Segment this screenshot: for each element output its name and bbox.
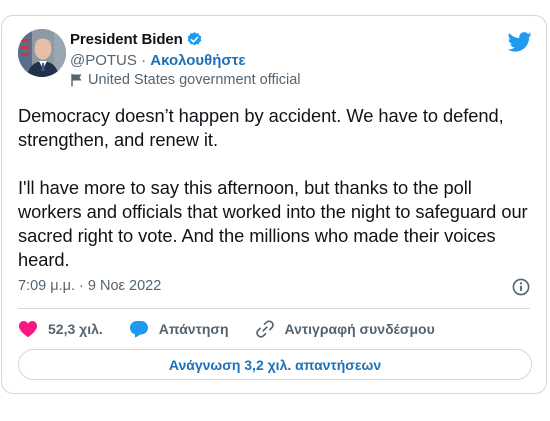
- like-count: 52,3 χιλ.: [48, 321, 103, 337]
- twitter-bird-icon[interactable]: [507, 32, 532, 52]
- link-icon: [255, 319, 275, 339]
- account-label-row: United States government official: [70, 72, 301, 88]
- like-button[interactable]: 52,3 χιλ.: [18, 320, 103, 338]
- author-name-row[interactable]: President Biden: [70, 31, 203, 48]
- verified-badge-icon: [186, 31, 203, 48]
- follow-link[interactable]: Ακολουθήστε: [150, 52, 245, 69]
- author-handle[interactable]: @POTUS: [70, 52, 137, 69]
- reply-bubble-icon: [129, 320, 149, 338]
- heart-icon: [18, 320, 38, 338]
- reply-button[interactable]: Απάντηση: [129, 320, 229, 338]
- info-icon[interactable]: [512, 278, 530, 296]
- tweet-text: Democracy doesn’t happen by accident. We…: [18, 105, 528, 270]
- action-bar: 52,3 χιλ. Απάντηση Αντιγραφή συνδέσμου: [18, 317, 461, 341]
- tweet-card: President Biden @POTUS · Ακολουθήστε Uni…: [1, 15, 547, 394]
- flag-icon: [70, 73, 83, 87]
- divider: [18, 308, 530, 309]
- copy-link-button[interactable]: Αντιγραφή συνδέσμου: [255, 319, 435, 339]
- account-label: United States government official: [88, 72, 301, 88]
- handle-row: @POTUS · Ακολουθήστε: [70, 52, 246, 69]
- copy-link-label: Αντιγραφή συνδέσμου: [284, 321, 435, 337]
- author-name[interactable]: President Biden: [70, 31, 183, 48]
- avatar[interactable]: [18, 29, 66, 77]
- reply-label: Απάντηση: [158, 321, 229, 337]
- read-replies-button[interactable]: Ανάγνωση 3,2 χιλ. απαντήσεων: [18, 349, 532, 380]
- handle-separator: ·: [136, 52, 151, 69]
- tweet-timestamp[interactable]: 7:09 μ.μ. · 9 Νοε 2022: [18, 278, 161, 294]
